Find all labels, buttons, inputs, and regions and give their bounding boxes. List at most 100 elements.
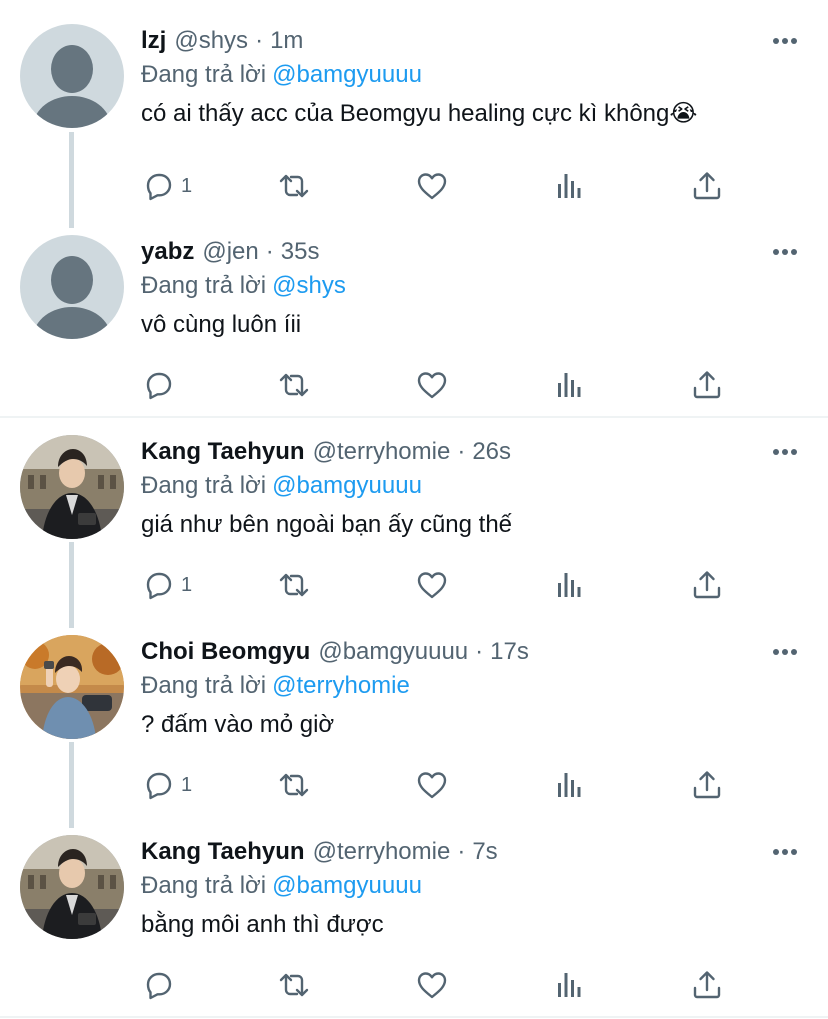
reply-button[interactable]: 1 bbox=[141, 166, 192, 206]
share-button[interactable] bbox=[690, 965, 724, 1005]
reply-icon bbox=[141, 169, 175, 203]
like-button[interactable] bbox=[415, 565, 449, 605]
default-avatar-icon bbox=[20, 235, 124, 339]
more-horizontal-icon[interactable] bbox=[770, 26, 800, 56]
reply-to-link[interactable]: @bamgyuuuu bbox=[272, 61, 422, 88]
replying-to-label: Đang trả lời bbox=[141, 472, 267, 499]
replying-to-label: Đang trả lời bbox=[141, 272, 267, 299]
views-icon bbox=[553, 968, 587, 1002]
views-button[interactable] bbox=[553, 365, 587, 405]
share-icon bbox=[690, 568, 724, 602]
retweet-button[interactable] bbox=[277, 765, 311, 805]
share-icon bbox=[690, 368, 724, 402]
display-name[interactable]: Kang Taehyun bbox=[141, 835, 305, 869]
views-button[interactable] bbox=[553, 565, 587, 605]
reply-count: 1 bbox=[181, 573, 193, 596]
timestamp[interactable]: 1m bbox=[270, 24, 303, 58]
timestamp[interactable]: 17s bbox=[490, 635, 529, 669]
avatar[interactable] bbox=[20, 435, 124, 539]
reply-to-link[interactable]: @bamgyuuuu bbox=[272, 472, 422, 499]
share-button[interactable] bbox=[690, 765, 724, 805]
replying-to-label: Đang trả lời bbox=[141, 61, 267, 88]
tweet-text: giá như bên ngoài bạn ấy cũng thế bbox=[141, 511, 513, 538]
separator: · bbox=[265, 238, 274, 265]
avatar[interactable] bbox=[20, 835, 124, 939]
timestamp[interactable]: 7s bbox=[472, 835, 497, 869]
replying-to: Đang trả lời @bamgyuuuu bbox=[141, 869, 808, 903]
retweet-button[interactable] bbox=[277, 565, 311, 605]
reply-to-link[interactable]: @bamgyuuuu bbox=[272, 872, 422, 899]
photo-avatar-icon bbox=[20, 835, 124, 939]
share-button[interactable] bbox=[690, 166, 724, 206]
photo-avatar-icon bbox=[20, 635, 124, 739]
retweet-icon bbox=[277, 568, 311, 602]
display-name[interactable]: yabz bbox=[141, 235, 194, 269]
reply-count: 1 bbox=[181, 773, 193, 796]
user-handle[interactable]: @jen bbox=[202, 235, 258, 269]
like-button[interactable] bbox=[415, 166, 449, 206]
heart-icon bbox=[415, 768, 449, 802]
retweet-button[interactable] bbox=[277, 365, 311, 405]
retweet-icon bbox=[277, 768, 311, 802]
tweet-header: yabz @jen · 35s bbox=[141, 235, 808, 269]
thread-line bbox=[69, 542, 74, 628]
timestamp[interactable]: 26s bbox=[472, 435, 511, 469]
share-button[interactable] bbox=[690, 565, 724, 605]
reply-button[interactable] bbox=[141, 365, 181, 405]
action-bar bbox=[141, 965, 741, 1005]
like-button[interactable] bbox=[415, 965, 449, 1005]
more-horizontal-icon[interactable] bbox=[770, 837, 800, 867]
replying-to-label: Đang trả lời bbox=[141, 872, 267, 899]
reply-button[interactable] bbox=[141, 965, 181, 1005]
photo-avatar-icon bbox=[20, 435, 124, 539]
more-horizontal-icon[interactable] bbox=[770, 637, 800, 667]
reply-to-link[interactable]: @shys bbox=[272, 272, 346, 299]
retweet-button[interactable] bbox=[277, 965, 311, 1005]
views-button[interactable] bbox=[553, 765, 587, 805]
user-handle[interactable]: @terryhomie bbox=[313, 435, 451, 469]
tweet-header: Kang Taehyun @terryhomie · 26s bbox=[141, 435, 808, 469]
action-bar: 1 bbox=[141, 765, 741, 805]
user-handle[interactable]: @bamgyuuuu bbox=[318, 635, 468, 669]
divider bbox=[0, 1016, 828, 1018]
user-handle[interactable]: @terryhomie bbox=[313, 835, 451, 869]
more-horizontal-icon[interactable] bbox=[770, 237, 800, 267]
like-button[interactable] bbox=[415, 765, 449, 805]
avatar[interactable] bbox=[20, 635, 124, 739]
divider bbox=[0, 416, 828, 418]
reply-to-link[interactable]: @terryhomie bbox=[272, 672, 410, 699]
views-icon bbox=[553, 169, 587, 203]
reply-icon bbox=[141, 368, 175, 402]
tweet-header: Kang Taehyun @terryhomie · 7s bbox=[141, 835, 808, 869]
retweet-button[interactable] bbox=[277, 166, 311, 206]
views-icon bbox=[553, 768, 587, 802]
avatar[interactable] bbox=[20, 24, 124, 128]
views-button[interactable] bbox=[553, 965, 587, 1005]
user-handle[interactable]: @shys bbox=[174, 24, 248, 58]
replying-to: Đang trả lời @terryhomie bbox=[141, 669, 808, 703]
tweet-header: lzj @shys · 1m bbox=[141, 24, 808, 58]
action-bar bbox=[141, 365, 741, 405]
share-button[interactable] bbox=[690, 365, 724, 405]
replying-to: Đang trả lời @bamgyuuuu bbox=[141, 58, 808, 92]
avatar[interactable] bbox=[20, 235, 124, 339]
reply-icon bbox=[141, 968, 175, 1002]
views-button[interactable] bbox=[553, 166, 587, 206]
replying-to-label: Đang trả lời bbox=[141, 672, 267, 699]
tweet-text: vô cùng luôn íii bbox=[141, 311, 302, 338]
display-name[interactable]: lzj bbox=[141, 24, 166, 58]
display-name[interactable]: Choi Beomgyu bbox=[141, 635, 310, 669]
default-avatar-icon bbox=[20, 24, 124, 128]
separator: · bbox=[457, 438, 466, 465]
like-button[interactable] bbox=[415, 365, 449, 405]
thread-line bbox=[69, 742, 74, 828]
replying-to: Đang trả lời @bamgyuuuu bbox=[141, 469, 808, 503]
reply-button[interactable]: 1 bbox=[141, 765, 192, 805]
separator: · bbox=[475, 638, 484, 665]
share-icon bbox=[690, 768, 724, 802]
reply-button[interactable]: 1 bbox=[141, 565, 192, 605]
display-name[interactable]: Kang Taehyun bbox=[141, 435, 305, 469]
timestamp[interactable]: 35s bbox=[281, 235, 320, 269]
more-horizontal-icon[interactable] bbox=[770, 437, 800, 467]
reply-icon bbox=[141, 568, 175, 602]
